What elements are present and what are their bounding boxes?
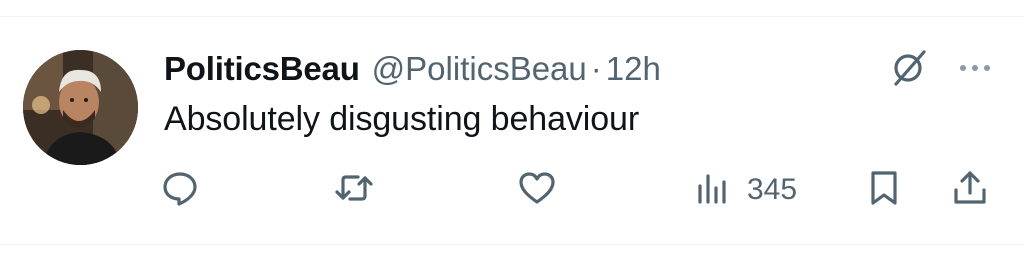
top-divider [0, 16, 1024, 17]
avatar[interactable] [23, 50, 138, 165]
bottom-divider [0, 244, 1024, 245]
grok-icon[interactable] [888, 46, 930, 88]
like-button[interactable] [517, 165, 557, 215]
heart-icon [517, 168, 557, 213]
views-count: 345 [747, 173, 798, 206]
author-name[interactable]: PoliticsBeau [164, 50, 360, 88]
bookmark-button[interactable] [864, 165, 904, 215]
tweet-header: PoliticsBeau @PoliticsBeau · 12h [164, 50, 661, 94]
tweet-text: Absolutely disgusting behaviour [164, 100, 640, 138]
bookmark-icon [864, 168, 904, 213]
share-button[interactable] [950, 165, 990, 215]
reply-button[interactable] [160, 165, 200, 215]
retweet-icon [334, 168, 374, 213]
action-bar: 345 [0, 165, 1024, 215]
share-icon [950, 168, 990, 213]
timestamp[interactable]: 12h [606, 50, 661, 88]
reply-icon [160, 168, 200, 213]
views-icon [693, 168, 733, 213]
retweet-button[interactable] [334, 165, 374, 215]
separator-dot: · [590, 50, 602, 87]
more-icon[interactable] [955, 58, 995, 78]
author-handle[interactable]: @PoliticsBeau [372, 50, 587, 88]
views-button[interactable]: 345 [693, 165, 797, 215]
